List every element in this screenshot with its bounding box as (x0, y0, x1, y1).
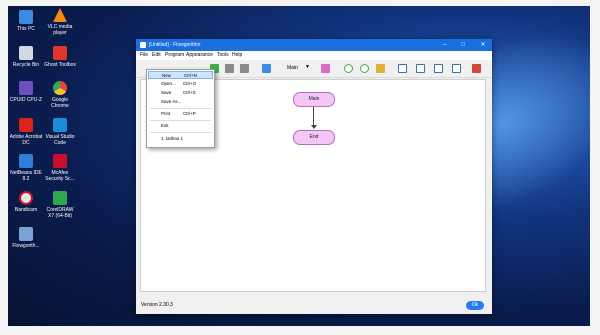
desktop-icon-netbeans[interactable]: NetBeans IDE 8.2 (9, 154, 43, 182)
menu-item-open[interactable]: Open... Ctrl+O (148, 80, 213, 88)
desktop-icon-recycle-bin[interactable]: Recycle Bin (9, 46, 43, 68)
start-node[interactable]: Main (293, 92, 335, 107)
chart-window-icon[interactable] (452, 64, 461, 73)
netbeans-icon (19, 154, 33, 168)
variables-window-icon[interactable] (416, 64, 425, 73)
chevron-down-icon[interactable]: ▼ (305, 64, 310, 70)
desktop-icon-label: Ghost Toolbox (44, 62, 76, 68)
menu-item-exit[interactable]: Exit (148, 122, 213, 130)
desktop-icon-label: Recycle Bin (12, 62, 40, 68)
desktop-icon-flowgorithm[interactable]: Flowgorith... (9, 227, 43, 249)
window-title: [Untitled] - Flowgorithm (149, 42, 201, 48)
menu-separator (150, 108, 211, 109)
desktop-icon-vlc[interactable]: VLC media player (43, 8, 77, 36)
menu-item-recent-file[interactable]: 1. latihan 1 (148, 135, 213, 143)
function-manager-icon[interactable] (321, 64, 330, 73)
flowgorithm-app-icon (140, 42, 146, 48)
desktop-icon-chrome[interactable]: Google Chrome (43, 81, 77, 109)
flow-connector (313, 107, 314, 127)
zoom-out-icon[interactable] (360, 64, 369, 73)
menu-item-save[interactable]: Save Ctrl+S (148, 89, 213, 97)
variable-watch-icon[interactable] (262, 64, 271, 73)
flowgorithm-icon (19, 227, 33, 241)
desktop-icon-label: This PC (17, 26, 35, 32)
mcafee-icon (53, 154, 67, 168)
title-bar[interactable]: [Untitled] - Flowgorithm – □ ✕ (136, 39, 492, 51)
menu-item-save-as[interactable]: Save As... (148, 98, 213, 106)
settings-icon[interactable] (472, 64, 481, 73)
desktop-icon-label: VLC media player (47, 24, 73, 36)
ok-button[interactable]: Ok (466, 301, 484, 310)
menu-program[interactable]: Program (165, 51, 184, 60)
menu-file[interactable]: File (140, 51, 148, 60)
file-menu-dropdown: New Ctrl+N Open... Ctrl+O Save Ctrl+S Sa… (146, 69, 215, 148)
vscode-icon (53, 118, 67, 132)
desktop-icon-label: CPUID CPU-Z (9, 97, 43, 103)
ghost-toolbox-icon (53, 46, 67, 60)
stop-icon[interactable] (240, 64, 249, 73)
menu-item-print[interactable]: Print Ctrl+P (148, 110, 213, 118)
coreldraw-icon (53, 191, 67, 205)
desktop-icon-coreldraw[interactable]: CorelDRAW X7 (64-Bit) (43, 191, 77, 219)
this-pc-icon (19, 10, 33, 24)
console-icon[interactable] (398, 64, 407, 73)
menu-tools[interactable]: Tools (217, 51, 229, 60)
minimize-button[interactable]: – (438, 39, 452, 51)
desktop-icon-label: NetBeans IDE 8.2 (10, 170, 42, 182)
zoom-in-icon[interactable] (344, 64, 353, 73)
vlc-icon (53, 8, 67, 22)
close-button[interactable]: ✕ (476, 39, 490, 51)
menu-appearance[interactable]: Appearance (186, 51, 213, 60)
maximize-button[interactable]: □ (456, 39, 470, 51)
menu-separator (150, 132, 211, 133)
pause-icon[interactable] (225, 64, 234, 73)
desktop-icon-label: Bandicam (14, 207, 38, 213)
chrome-icon (53, 81, 67, 95)
desktop-icon-bandicam[interactable]: Bandicam (9, 191, 43, 213)
desktop-icon-label: Google Chrome (51, 97, 69, 109)
desktop-icon-ghost-toolbox[interactable]: Ghost Toolbox (43, 46, 77, 68)
cpuz-icon (19, 81, 33, 95)
menu-help[interactable]: Help (232, 51, 242, 60)
desktop: This PC VLC media player Recycle Bin Gho… (8, 6, 590, 326)
desktop-icon-label: Adobe Acrobat DC (9, 134, 43, 146)
version-label: Version 2.30.3 (141, 302, 173, 308)
menu-separator (150, 120, 211, 121)
recycle-bin-icon (19, 46, 33, 60)
desktop-icon-label: CorelDRAW X7 (64-Bit) (46, 207, 74, 219)
desktop-icon-label: Flowgorith... (12, 243, 40, 249)
function-select[interactable]: Main (287, 65, 298, 71)
status-bar: Version 2.30.3 Ok (136, 297, 492, 314)
desktop-icon-vscode[interactable]: Visual Studio Code (43, 118, 77, 146)
end-node[interactable]: End (293, 130, 335, 145)
desktop-icon-this-pc[interactable]: This PC (9, 10, 43, 32)
layout-icon[interactable] (376, 64, 385, 73)
desktop-icon-mcafee[interactable]: McAfee Security Sc... (43, 154, 77, 182)
menu-bar: File Edit Program Appearance Tools Help (136, 51, 492, 60)
menu-item-new[interactable]: New Ctrl+N (148, 71, 213, 79)
desktop-icon-acrobat[interactable]: Adobe Acrobat DC (9, 118, 43, 146)
source-code-icon[interactable] (434, 64, 443, 73)
arrow-down-icon (311, 125, 317, 129)
desktop-icon-label: McAfee Security Sc... (45, 170, 75, 182)
acrobat-icon (19, 118, 33, 132)
bandicam-icon (19, 191, 33, 205)
menu-edit[interactable]: Edit (152, 51, 161, 60)
desktop-icon-label: Visual Studio Code (45, 134, 75, 146)
desktop-icon-cpuz[interactable]: CPUID CPU-Z (9, 81, 43, 103)
